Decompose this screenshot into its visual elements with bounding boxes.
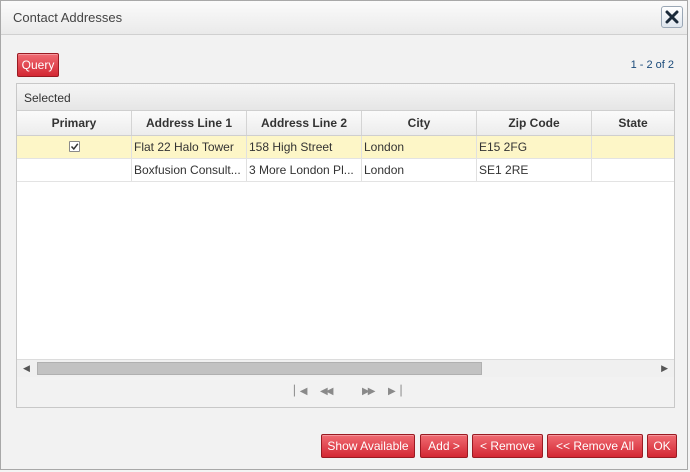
column-header-address-line-1[interactable]: Address Line 1 [132, 111, 247, 135]
primary-checkbox[interactable] [69, 141, 80, 152]
remove-all-button[interactable]: << Remove All [547, 434, 643, 458]
city-cell: London [362, 159, 477, 181]
grid-pager: ▏◀ ◀◀ ▶▶ ▶▕ [17, 377, 674, 407]
show-available-button[interactable]: Show Available [321, 434, 415, 458]
grid-header: Primary Address Line 1 Address Line 2 Ci… [17, 111, 674, 136]
ok-button[interactable]: OK [647, 434, 677, 458]
dialog-titlebar: Contact Addresses [1, 1, 687, 35]
city-cell: London [362, 136, 477, 158]
dialog-title: Contact Addresses [13, 10, 123, 25]
checkbox-checked-icon [70, 143, 79, 151]
table-row[interactable]: Flat 22 Halo Tower 158 High Street Londo… [17, 136, 674, 159]
column-header-zip-code[interactable]: Zip Code [477, 111, 592, 135]
column-header-state[interactable]: State [592, 111, 674, 135]
close-icon [665, 10, 679, 24]
state-cell [592, 136, 674, 158]
column-header-city[interactable]: City [362, 111, 477, 135]
primary-cell[interactable] [17, 136, 132, 158]
previous-page-icon[interactable]: ◀◀ [320, 386, 333, 397]
address-line-2-cell: 3 More London Pl... [247, 159, 362, 181]
horizontal-scrollbar[interactable]: ◀ ▶ [17, 359, 674, 377]
remove-button[interactable]: < Remove [472, 434, 543, 458]
scroll-left-icon[interactable]: ◀ [23, 363, 30, 374]
add-button[interactable]: Add > [420, 434, 468, 458]
next-page-icon[interactable]: ▶▶ [362, 386, 375, 397]
zip-code-cell: SE1 2RE [477, 159, 592, 181]
close-button[interactable] [661, 6, 683, 28]
state-cell [592, 159, 674, 181]
scroll-right-icon[interactable]: ▶ [661, 363, 668, 374]
scrollbar-thumb[interactable] [37, 362, 482, 375]
address-line-1-cell: Boxfusion Consult... [132, 159, 247, 181]
primary-cell[interactable] [17, 159, 132, 181]
contact-addresses-dialog: Contact Addresses Query 1 - 2 of 2 Selec… [0, 0, 688, 470]
column-header-address-line-2[interactable]: Address Line 2 [247, 111, 362, 135]
column-header-primary[interactable]: Primary [17, 111, 132, 135]
address-line-2-cell: 158 High Street [247, 136, 362, 158]
last-page-icon[interactable]: ▶▕ [388, 386, 401, 397]
first-page-icon[interactable]: ▏◀ [294, 386, 307, 397]
panel-title: Selected [24, 91, 71, 105]
query-button[interactable]: Query [17, 53, 59, 77]
address-line-1-cell: Flat 22 Halo Tower [132, 136, 247, 158]
zip-code-cell: E15 2FG [477, 136, 592, 158]
selected-addresses-panel: Selected Primary Address Line 1 Address … [16, 83, 675, 408]
table-row[interactable]: Boxfusion Consult... 3 More London Pl...… [17, 159, 674, 182]
panel-header: Selected [17, 84, 674, 111]
record-count: 1 - 2 of 2 [630, 59, 674, 71]
